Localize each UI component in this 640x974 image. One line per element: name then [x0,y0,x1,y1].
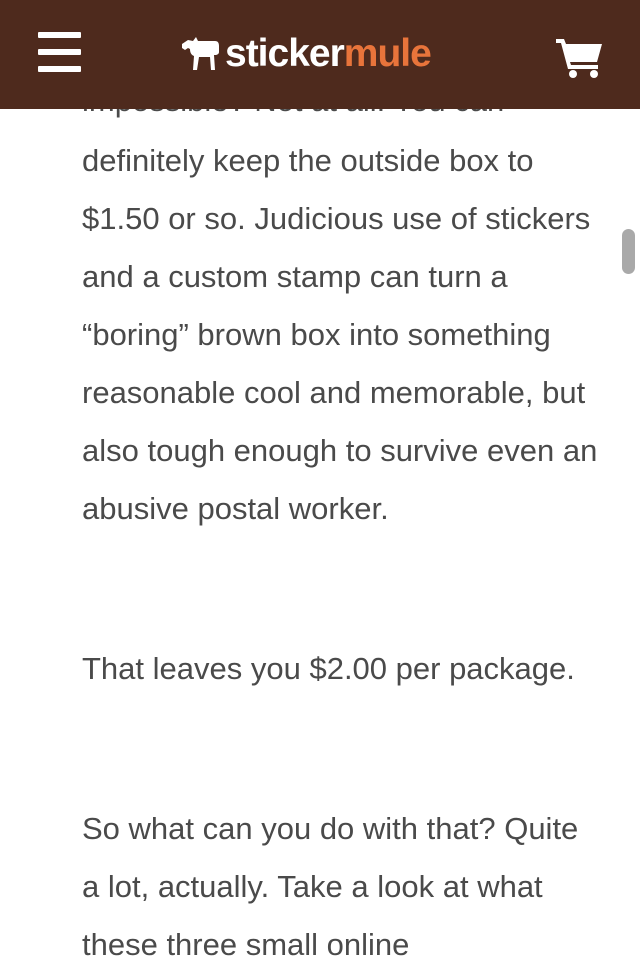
mule-icon [182,37,219,70]
article-paragraph: definitely keep the outside box to $1.50… [82,143,598,526]
hamburger-menu-icon[interactable] [38,32,81,72]
site-logo[interactable]: sticker mule [179,26,432,82]
article-paragraph: That leaves you $2.00 per package. [82,651,575,686]
logo-text-mule: mule [343,32,432,75]
article-paragraph: So what can you do with that? Quite a lo… [82,811,579,962]
logo-text-sticker: sticker [225,32,345,75]
shopping-cart-icon[interactable] [556,36,604,78]
vertical-scrollbar[interactable] [622,229,635,274]
site-header: sticker mule [0,0,640,109]
